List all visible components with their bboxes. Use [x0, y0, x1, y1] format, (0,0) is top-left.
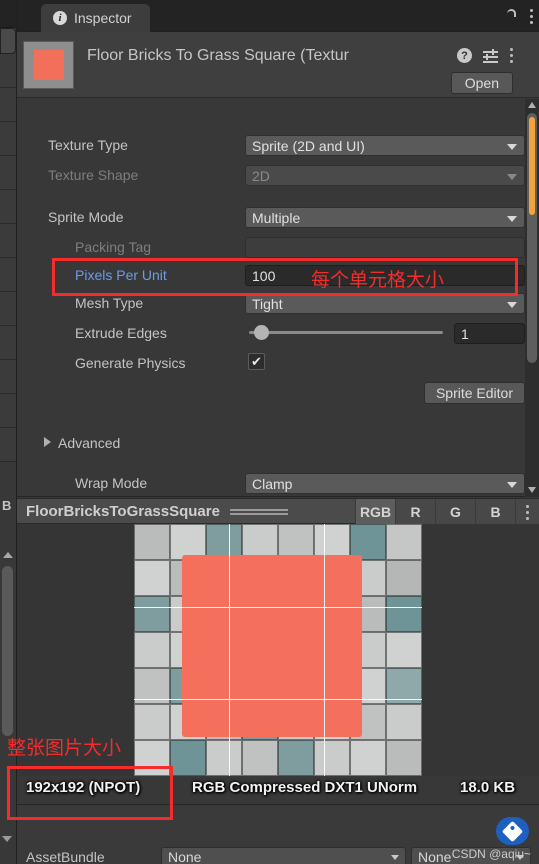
scrollbar-thumb[interactable] — [527, 113, 537, 363]
inspector-scrollbar[interactable] — [525, 99, 539, 497]
input-extrude-edges[interactable]: 1 — [454, 323, 525, 344]
dropdown-sprite-mode-value: Multiple — [252, 209, 301, 226]
dropdown-mesh-type[interactable]: Tight — [245, 293, 525, 314]
grid-line-h2 — [134, 699, 422, 700]
status-format: RGB Compressed DXT1 UNorm — [192, 778, 418, 796]
chevron-down-icon — [507, 173, 517, 180]
asset-title: Floor Bricks To Grass Square (Textur — [87, 47, 350, 64]
inspector-tabbar: i Inspector — [17, 0, 539, 116]
kebab-menu-icon[interactable] — [509, 48, 513, 63]
left-scrollbar-thumb[interactable] — [2, 566, 13, 736]
lock-icon[interactable] — [504, 8, 517, 116]
dropdown-assetbundle-variant-value: None — [418, 848, 452, 864]
chevron-down-icon — [507, 143, 517, 150]
label-packing-tag: Packing Tag — [75, 239, 152, 255]
label-texture-type: Texture Type — [48, 137, 128, 153]
channel-button-r[interactable]: R — [395, 499, 435, 525]
sprite-editor-button[interactable]: Sprite Editor — [423, 382, 525, 404]
label-assetbundle: AssetBundle — [26, 849, 105, 864]
checkbox-generate-physics[interactable]: ✔ — [248, 353, 265, 370]
row-generate-physics: Generate Physics ✔ — [17, 351, 539, 375]
chevron-down-icon — [507, 215, 517, 222]
grid-line-v1 — [229, 524, 230, 776]
dropdown-assetbundle-name-value: None — [168, 848, 202, 864]
label-mesh-type: Mesh Type — [75, 295, 144, 311]
checkmark-icon: ✔ — [251, 353, 262, 369]
input-extrude-edges-value: 1 — [461, 325, 469, 342]
info-icon: i — [53, 11, 67, 25]
preview-menu-icon[interactable] — [515, 499, 539, 525]
tag-badge-icon — [496, 817, 529, 845]
left-scroll-down-icon[interactable] — [2, 836, 12, 842]
dropdown-texture-type[interactable]: Sprite (2D and UI) — [245, 135, 525, 156]
chevron-right-icon — [44, 437, 51, 447]
left-panel-header — [0, 0, 16, 28]
left-panel-partial-label: B — [2, 498, 12, 513]
sprite-region — [182, 555, 362, 737]
label-sprite-mode: Sprite Mode — [48, 209, 124, 225]
preview-mip-slider[interactable] — [229, 508, 288, 515]
row-sprite-editor: Sprite Editor — [17, 381, 539, 405]
dropdown-mesh-type-value: Tight — [252, 295, 283, 312]
texture-thumbnail — [23, 41, 74, 89]
row-packing-tag: Packing Tag — [17, 235, 539, 259]
dropdown-texture-shape: 2D — [245, 165, 525, 186]
row-advanced[interactable]: Advanced — [17, 431, 539, 455]
row-texture-shape: Texture Shape 2D — [17, 163, 539, 187]
slider-extrude-edges-knob[interactable] — [254, 325, 269, 340]
slider-extrude-edges-track[interactable] — [249, 331, 443, 334]
preset-settings-icon[interactable] — [483, 48, 498, 63]
open-button[interactable]: Open — [450, 72, 513, 94]
grid-line-h1 — [134, 607, 422, 608]
label-extrude-edges: Extrude Edges — [75, 325, 167, 341]
left-scroll-up-icon[interactable] — [3, 552, 13, 558]
label-generate-physics: Generate Physics — [75, 355, 186, 371]
asset-header: Floor Bricks To Grass Square (Textur ? O… — [17, 32, 539, 98]
scrollbar-highlight — [529, 117, 535, 215]
label-advanced: Advanced — [58, 435, 121, 451]
left-panel-tab[interactable] — [0, 28, 16, 54]
grid-line-v2 — [324, 524, 325, 776]
scroll-down-icon[interactable] — [528, 487, 536, 493]
tab-inspector[interactable]: i Inspector — [41, 4, 150, 32]
status-filesize: 18.0 KB — [460, 778, 516, 796]
channel-button-b[interactable]: B — [475, 499, 515, 525]
dropdown-sprite-mode[interactable]: Multiple — [245, 207, 525, 228]
row-extrude-edges: Extrude Edges 1 — [17, 321, 539, 345]
dropdown-texture-type-value: Sprite (2D and UI) — [252, 137, 365, 154]
preview-title: FloorBricksToGrassSquare — [26, 502, 220, 520]
channel-button-g[interactable]: G — [435, 499, 475, 525]
chevron-down-icon — [391, 854, 399, 860]
help-icon[interactable]: ? — [457, 48, 472, 63]
annotation-box-pixels-per-unit — [52, 258, 518, 296]
channel-button-rgb[interactable]: RGB — [355, 499, 395, 525]
dropdown-texture-shape-value: 2D — [252, 167, 270, 184]
texture-importer-properties: Texture Type Sprite (2D and UI) Texture … — [17, 99, 539, 497]
scroll-up-icon[interactable] — [528, 102, 536, 108]
row-wrap-mode: Wrap Mode Clamp — [17, 471, 539, 495]
label-texture-shape: Texture Shape — [48, 167, 139, 183]
preview-texture-image — [134, 524, 422, 776]
label-wrap-mode: Wrap Mode — [75, 475, 148, 491]
kebab-menu-icon[interactable] — [529, 8, 533, 24]
annotation-cell-size: 每个单元格大小 — [311, 269, 445, 291]
watermark-text: CSDN @aqiu~ — [451, 847, 531, 861]
channel-buttons: RGB R G B — [355, 499, 539, 525]
chevron-down-icon — [507, 481, 517, 488]
chevron-down-icon — [507, 301, 517, 308]
row-texture-type: Texture Type Sprite (2D and UI) — [17, 133, 539, 157]
annotation-box-texture-size — [7, 766, 173, 820]
annotation-image-size: 整张图片大小 — [7, 737, 122, 759]
input-packing-tag — [245, 237, 525, 258]
row-sprite-mode: Sprite Mode Multiple — [17, 205, 539, 229]
preview-header: FloorBricksToGrassSquare RGB R G B — [17, 498, 539, 525]
dropdown-assetbundle-name[interactable]: None — [161, 847, 406, 864]
dropdown-wrap-mode-value: Clamp — [252, 475, 293, 492]
unity-inspector-window: B i Inspector Floor Bricks To Grass Squa… — [0, 0, 539, 864]
dropdown-wrap-mode[interactable]: Clamp — [245, 473, 525, 494]
tab-inspector-label: Inspector — [74, 10, 132, 26]
